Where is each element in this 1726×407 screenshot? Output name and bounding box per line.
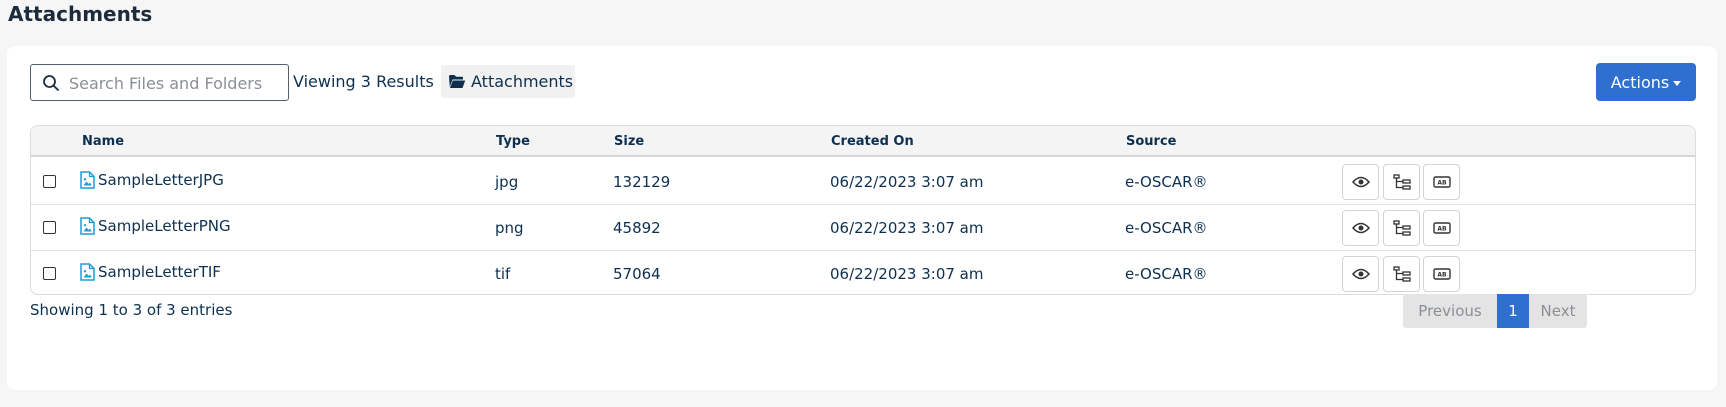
svg-text:AB: AB: [1437, 272, 1447, 279]
file-type: jpg: [495, 173, 519, 191]
column-header-type[interactable]: Type: [496, 134, 530, 149]
source: e-OSCAR®: [1125, 265, 1208, 283]
eye-icon: [1351, 176, 1370, 188]
hierarchy-button[interactable]: [1383, 256, 1420, 292]
file-size: 57064: [613, 265, 661, 283]
caret-down-icon: [1673, 80, 1682, 86]
row-checkbox[interactable]: [43, 267, 56, 280]
file-name: SampleLetterPNG: [98, 217, 231, 235]
created-on: 06/22/2023 3:07 am: [830, 173, 984, 191]
hierarchy-icon: [1392, 220, 1411, 236]
attachments-card: Viewing 3 Results Attachments Actions Na…: [7, 46, 1717, 390]
actions-button-label: Actions: [1610, 72, 1670, 92]
file-name: SampleLetterTIF: [98, 263, 221, 281]
svg-text:AB: AB: [1437, 180, 1447, 187]
source: e-OSCAR®: [1125, 173, 1208, 191]
eye-icon: [1351, 268, 1370, 280]
image-file-icon: [80, 263, 95, 281]
next-page-button[interactable]: Next: [1529, 294, 1587, 328]
table-row: SampleLetterTIF tif 57064 06/22/2023 3:0…: [31, 251, 1695, 294]
page-title: Attachments: [8, 2, 153, 26]
hierarchy-icon: [1392, 266, 1411, 282]
column-header-created-on[interactable]: Created On: [831, 134, 914, 149]
hierarchy-button[interactable]: [1383, 164, 1420, 200]
image-file-icon: [80, 171, 95, 189]
search-input[interactable]: [67, 71, 281, 95]
search-box: [30, 64, 289, 101]
row-checkbox[interactable]: [43, 221, 56, 234]
image-file-icon: [80, 217, 95, 235]
view-button[interactable]: [1342, 256, 1379, 292]
pagination: Previous 1 Next: [1403, 294, 1587, 328]
row-checkbox[interactable]: [43, 175, 56, 188]
table-row: SampleLetterPNG png 45892 06/22/2023 3:0…: [31, 205, 1695, 251]
text-recognition-button[interactable]: AB: [1423, 164, 1460, 200]
folder-open-icon: [449, 75, 466, 88]
created-on: 06/22/2023 3:07 am: [830, 265, 984, 283]
file-name-link[interactable]: SampleLetterJPG: [80, 171, 224, 189]
folder-breadcrumb-label: Attachments: [471, 72, 574, 91]
table-header: Name Type Size Created On Source: [31, 126, 1695, 157]
file-size: 45892: [613, 219, 661, 237]
page-1-button[interactable]: 1: [1497, 294, 1529, 328]
results-count: Viewing 3 Results: [293, 72, 434, 91]
folder-breadcrumb[interactable]: Attachments: [441, 65, 575, 98]
attachments-table: Name Type Size Created On Source SampleL…: [30, 125, 1696, 295]
text-recognition-icon: AB: [1432, 268, 1451, 280]
column-header-name[interactable]: Name: [82, 134, 124, 149]
file-name: SampleLetterJPG: [98, 171, 224, 189]
file-size: 132129: [613, 173, 671, 191]
actions-button[interactable]: Actions: [1596, 63, 1696, 101]
table-row: SampleLetterJPG jpg 132129 06/22/2023 3:…: [31, 159, 1695, 205]
file-type: tif: [495, 265, 511, 283]
view-button[interactable]: [1342, 210, 1379, 246]
search-icon: [43, 75, 59, 91]
hierarchy-icon: [1392, 174, 1411, 190]
file-type: png: [495, 219, 524, 237]
text-recognition-button[interactable]: AB: [1423, 210, 1460, 246]
source: e-OSCAR®: [1125, 219, 1208, 237]
file-name-link[interactable]: SampleLetterPNG: [80, 217, 231, 235]
entries-summary: Showing 1 to 3 of 3 entries: [30, 301, 233, 319]
eye-icon: [1351, 222, 1370, 234]
created-on: 06/22/2023 3:07 am: [830, 219, 984, 237]
file-name-link[interactable]: SampleLetterTIF: [80, 263, 221, 281]
hierarchy-button[interactable]: [1383, 210, 1420, 246]
text-recognition-icon: AB: [1432, 222, 1451, 234]
svg-text:AB: AB: [1437, 226, 1447, 233]
text-recognition-button[interactable]: AB: [1423, 256, 1460, 292]
view-button[interactable]: [1342, 164, 1379, 200]
column-header-size[interactable]: Size: [614, 134, 644, 149]
text-recognition-icon: AB: [1432, 176, 1451, 188]
column-header-source[interactable]: Source: [1126, 134, 1176, 149]
previous-page-button[interactable]: Previous: [1403, 294, 1497, 328]
